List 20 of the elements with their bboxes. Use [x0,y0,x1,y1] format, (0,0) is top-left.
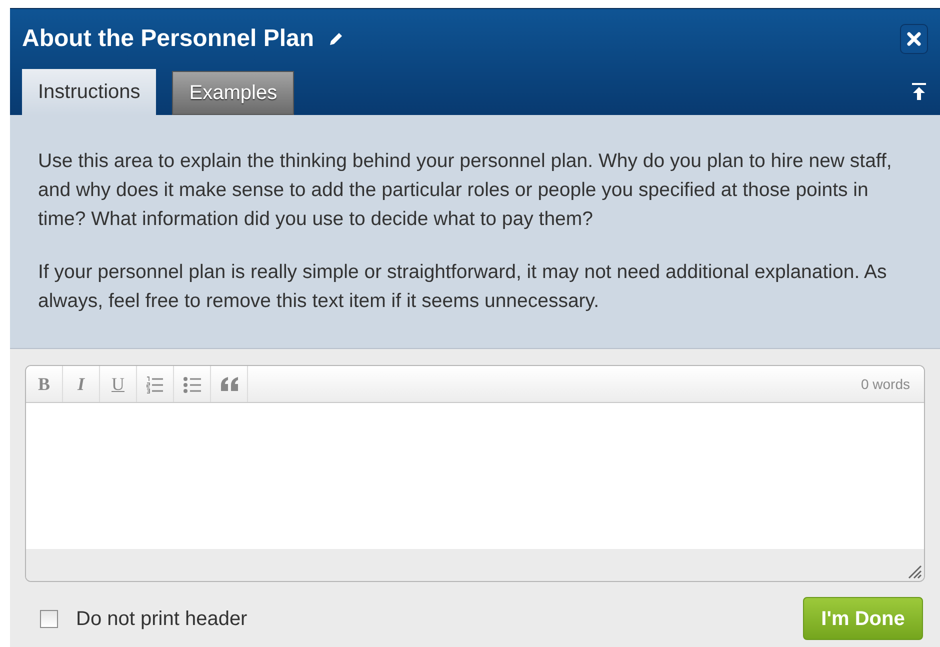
resize-handle-icon[interactable] [906,563,922,579]
instruction-paragraph: Use this area to explain the thinking behind your personnel plan. Why do you plan to hire new staff, and why does it make sense to add the particular roles or people you specified at those points in time? What information did you use to decide what to pay them? [38,149,893,232]
bold-button[interactable]: B [26,366,63,402]
done-button[interactable]: I'm Done [803,597,923,640]
instruction-paragraph: If your personnel plan is really simple or straightforward, it may not need additional explanation. As always, feel free to remove this text item if it seems unnecessary. [38,260,888,314]
quote-icon [220,374,238,394]
ordered-list-icon [146,374,164,394]
collapse-icon[interactable] [912,83,926,101]
checkbox[interactable] [40,610,58,628]
tab[interactable]: Examples [172,71,294,115]
dialog-title: About the Personnel Plan [22,24,314,54]
tab[interactable]: Instructions [22,69,156,115]
italic-button[interactable]: I [63,366,100,402]
bullet-list-icon [182,374,202,394]
close-button[interactable] [900,24,928,54]
checkbox-label[interactable]: Do not print header [76,604,248,634]
close-icon [906,31,922,47]
pencil-icon[interactable] [328,31,344,47]
underline-button[interactable]: U [100,366,137,402]
word-count: 0 words [860,374,910,394]
